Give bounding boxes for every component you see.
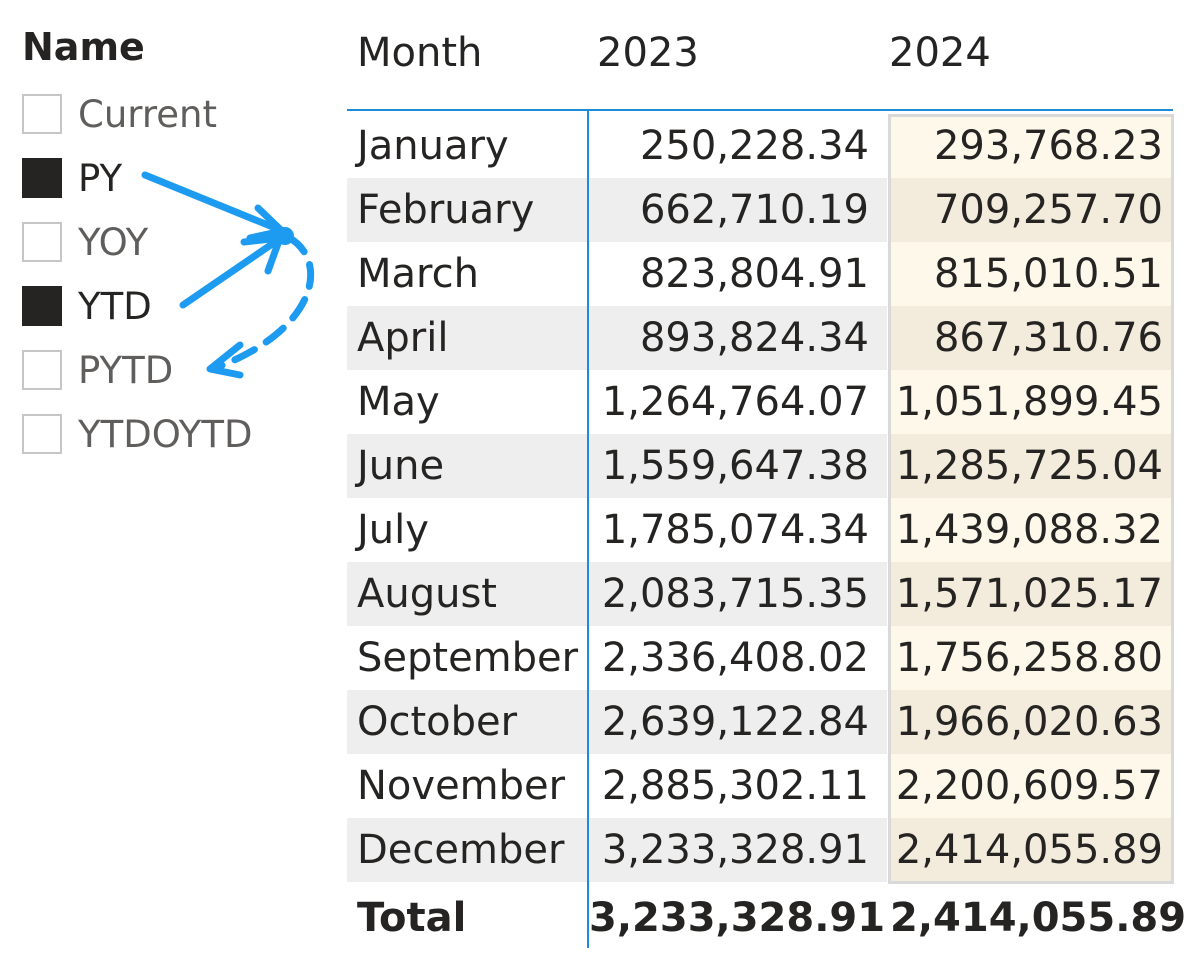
- value-cell-2023: 2,639,122.84: [589, 690, 887, 754]
- total-value-2024: 2,414,055.89: [890, 895, 1187, 941]
- name-slicer: Name Current PY YOY YTD PYTD YTDOYTD: [0, 0, 340, 480]
- slicer-item-label: YOY: [78, 220, 149, 264]
- value-cell-2024: 293,768.23: [890, 114, 1173, 178]
- table-row: April 893,824.34 867,310.76: [347, 306, 1173, 370]
- month-cell: December: [347, 818, 587, 882]
- value-cell-2024: 867,310.76: [890, 306, 1173, 370]
- matrix-body: January 250,228.34 293,768.23 February 6…: [347, 114, 1173, 882]
- value-cell-2024: 1,571,025.17: [890, 562, 1173, 626]
- value-cell-2024: 2,200,609.57: [890, 754, 1173, 818]
- table-row: September 2,336,408.02 1,756,258.80: [347, 626, 1173, 690]
- table-row: February 662,710.19 709,257.70: [347, 178, 1173, 242]
- table-row: August 2,083,715.35 1,571,025.17: [347, 562, 1173, 626]
- month-cell: September: [357, 635, 579, 681]
- value-cell-2023: 1,559,647.38: [589, 434, 887, 498]
- month-cell: January: [357, 123, 509, 169]
- month-cell: November: [357, 763, 566, 809]
- table-row: July 1,785,074.34 1,439,088.32: [347, 498, 1173, 562]
- column-header-2024[interactable]: 2024: [889, 30, 991, 76]
- month-cell: August: [347, 562, 587, 626]
- checkbox-icon[interactable]: [22, 222, 62, 262]
- column-header-month[interactable]: Month: [357, 30, 482, 76]
- value-cell-2024: 1,966,020.63: [890, 690, 1173, 754]
- value-cell-2023: 3,233,328.91: [589, 818, 887, 882]
- value-cell-2024: 1,285,725.04: [890, 434, 1173, 498]
- checkbox-icon[interactable]: [22, 414, 62, 454]
- table-row: May 1,264,764.07 1,051,899.45: [347, 370, 1173, 434]
- slicer-item-ytd[interactable]: YTD: [22, 282, 152, 330]
- value-cell-2024: 2,414,055.89: [890, 818, 1173, 882]
- month-cell: June: [347, 434, 587, 498]
- table-row: January 250,228.34 293,768.23: [347, 114, 1173, 178]
- slicer-item-pytd[interactable]: PYTD: [22, 346, 173, 394]
- slicer-item-label: YTDOYTD: [78, 412, 253, 456]
- slicer-item-current[interactable]: Current: [22, 90, 217, 138]
- slicer-item-label: PY: [78, 156, 123, 200]
- value-cell-2024: 709,257.70: [890, 178, 1173, 242]
- checkbox-icon[interactable]: [22, 350, 62, 390]
- month-cell: October: [347, 690, 587, 754]
- matrix-header: Month 2023 2024: [347, 18, 1173, 111]
- slicer-item-ytdoytd[interactable]: YTDOYTD: [22, 410, 253, 458]
- column-divider: [587, 111, 589, 948]
- slicer-item-py[interactable]: PY: [22, 154, 122, 202]
- value-cell-2023: 2,885,302.11: [601, 763, 869, 809]
- value-cell-2023: 662,710.19: [589, 178, 887, 242]
- checkbox-icon[interactable]: [22, 286, 62, 326]
- checkbox-icon[interactable]: [22, 158, 62, 198]
- matrix-table: Month 2023 2024 January 250,228.34 293,7…: [347, 18, 1187, 950]
- slicer-item-label: Current: [78, 92, 217, 136]
- checkbox-icon[interactable]: [22, 94, 62, 134]
- value-cell-2023: 2,083,715.35: [589, 562, 887, 626]
- month-cell: May: [357, 379, 440, 425]
- value-cell-2024: 1,051,899.45: [890, 370, 1173, 434]
- month-cell: February: [347, 178, 587, 242]
- month-cell: April: [347, 306, 587, 370]
- total-row: Total 3,233,328.91 2,414,055.89: [347, 886, 1187, 950]
- slicer-item-yoy[interactable]: YOY: [22, 218, 148, 266]
- value-cell-2023: 250,228.34: [639, 123, 869, 169]
- value-cell-2023: 2,336,408.02: [601, 635, 869, 681]
- value-cell-2024: 1,756,258.80: [890, 626, 1173, 690]
- month-cell: July: [357, 507, 429, 553]
- table-row: December 3,233,328.91 2,414,055.89: [347, 818, 1173, 882]
- table-row: June 1,559,647.38 1,285,725.04: [347, 434, 1173, 498]
- table-row: March 823,804.91 815,010.51: [347, 242, 1173, 306]
- slicer-title: Name: [22, 25, 145, 69]
- month-cell: March: [357, 251, 479, 297]
- column-header-2023[interactable]: 2023: [597, 30, 699, 76]
- value-cell-2023: 1,264,764.07: [601, 379, 869, 425]
- value-cell-2023: 823,804.91: [639, 251, 869, 297]
- total-value-2023: 3,233,328.91: [589, 895, 886, 941]
- value-cell-2023: 1,785,074.34: [601, 507, 869, 553]
- slicer-item-label: PYTD: [78, 348, 174, 392]
- table-row: October 2,639,122.84 1,966,020.63: [347, 690, 1173, 754]
- value-cell-2024: 815,010.51: [890, 242, 1173, 306]
- value-cell-2024: 1,439,088.32: [890, 498, 1173, 562]
- table-row: November 2,885,302.11 2,200,609.57: [347, 754, 1173, 818]
- slicer-item-label: YTD: [78, 284, 152, 328]
- value-cell-2023: 893,824.34: [589, 306, 887, 370]
- total-label: Total: [357, 895, 467, 941]
